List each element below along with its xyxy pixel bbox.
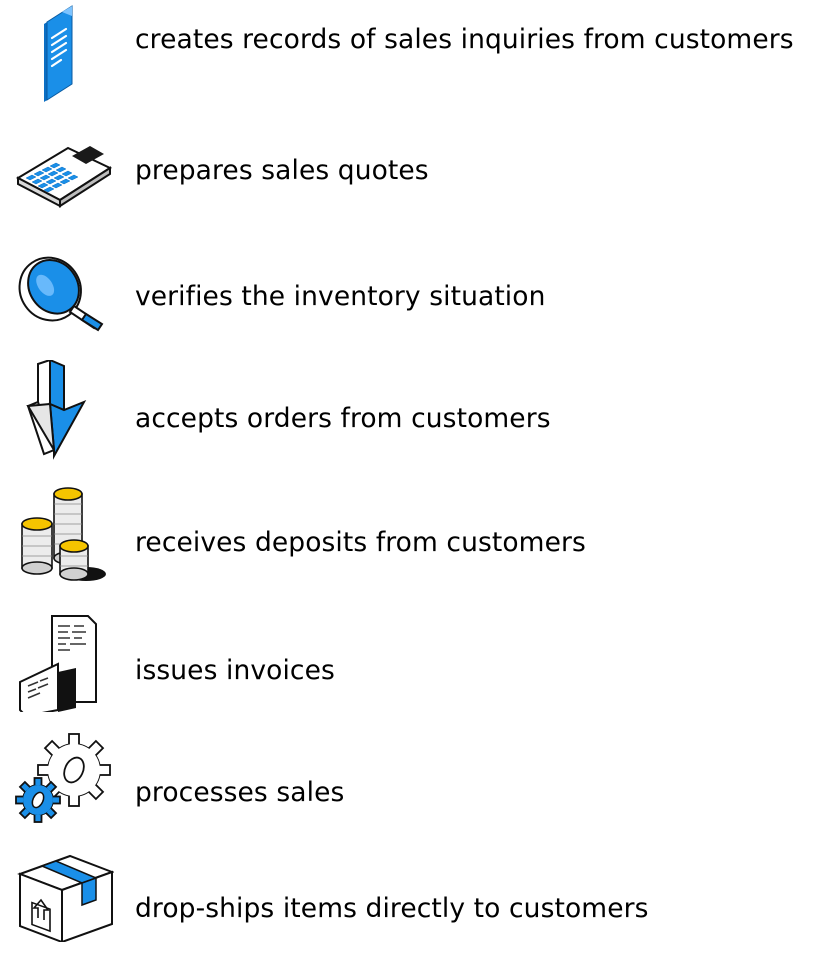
calculator-icon [14, 122, 114, 222]
feature-label: issues invoices [135, 655, 335, 686]
package-icon [14, 842, 114, 942]
feature-row-accept-orders: accepts orders from customers [0, 360, 834, 470]
feature-label: prepares sales quotes [135, 155, 429, 186]
feature-label: accepts orders from customers [135, 403, 551, 434]
gears-icon [14, 726, 114, 826]
feature-row-process-sales: processes sales [0, 726, 834, 836]
feature-row-sales-quotes: prepares sales quotes [0, 122, 834, 232]
feature-row-drop-ship: drop-ships items directly to customers [0, 842, 834, 952]
feature-label: creates records of sales inquiries from … [135, 24, 794, 55]
feature-label: drop-ships items directly to customers [135, 893, 649, 924]
down-arrow-icon [14, 360, 114, 460]
feature-label: processes sales [135, 777, 345, 808]
feature-row-invoices: issues invoices [0, 612, 834, 722]
document-icon [14, 2, 114, 102]
coins-icon [14, 484, 114, 584]
receipt-icon [14, 612, 114, 712]
feature-row-deposits: receives deposits from customers [0, 480, 834, 590]
feature-row-inventory: verifies the inventory situation [0, 244, 834, 354]
feature-label: verifies the inventory situation [135, 281, 546, 312]
feature-row-create-records: creates records of sales inquiries from … [0, 0, 834, 110]
feature-label: receives deposits from customers [135, 527, 586, 558]
magnifier-icon [14, 244, 114, 344]
